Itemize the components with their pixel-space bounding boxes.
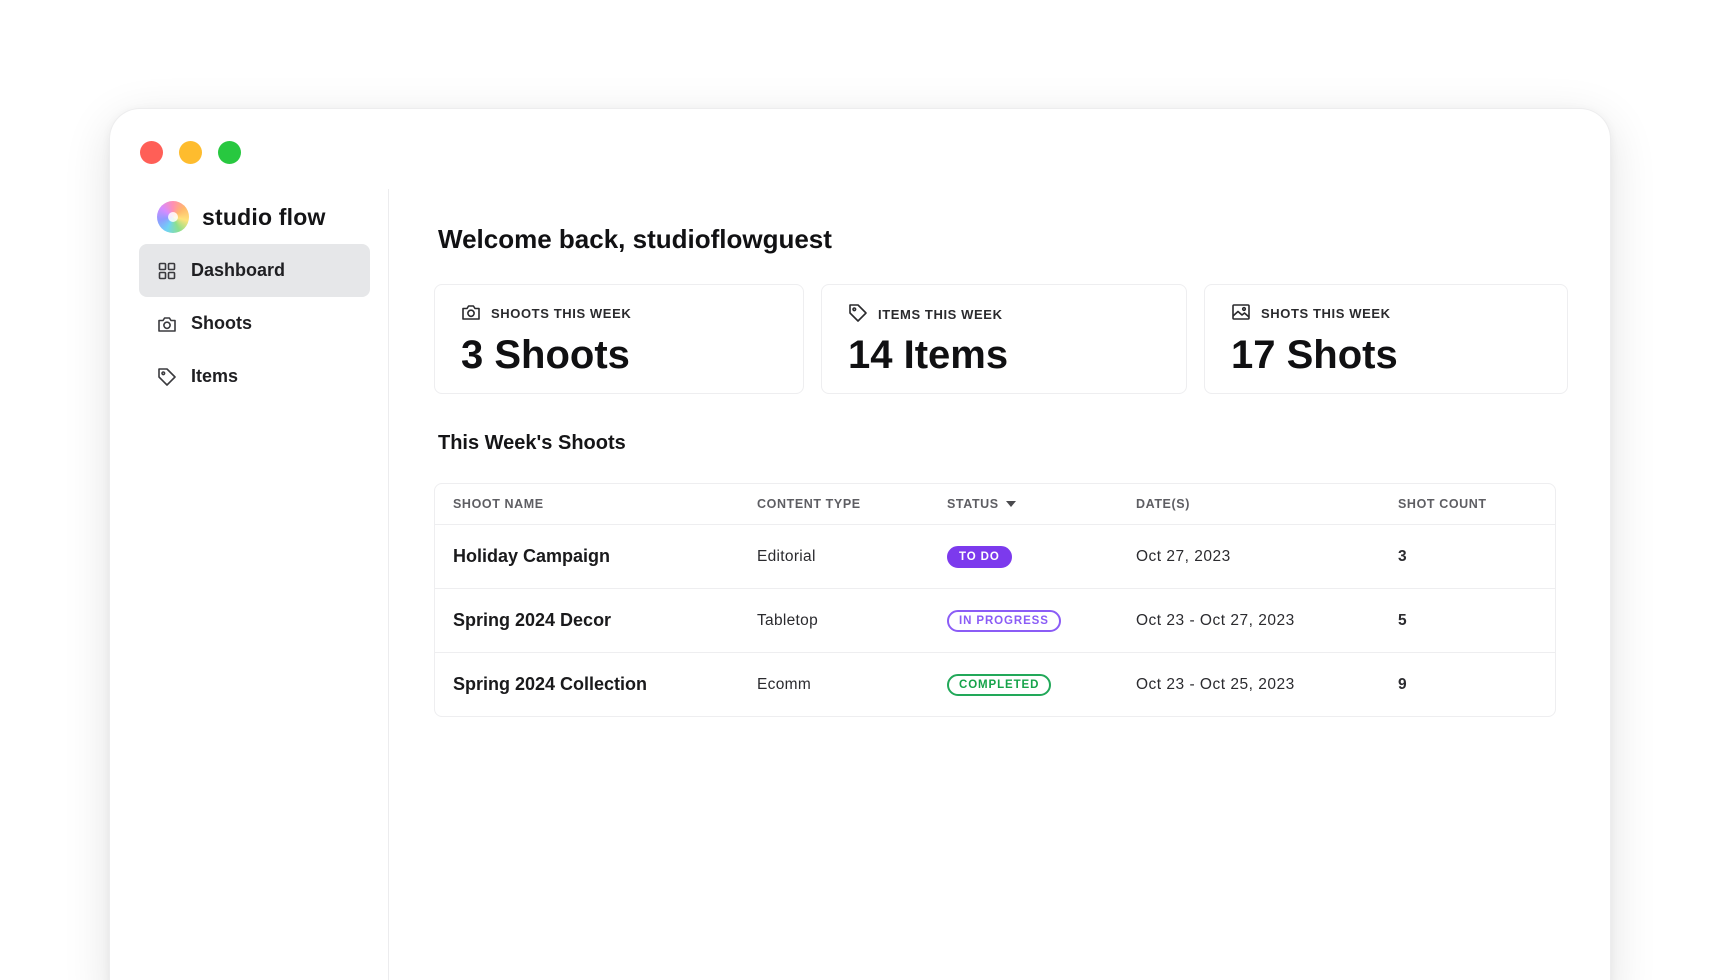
sidebar-item-label: Items (191, 366, 239, 386)
content-type: Editorial (757, 547, 816, 565)
stat-value: 14 Items (848, 333, 1009, 377)
sort-down-icon (1005, 501, 1016, 507)
shot-count: 5 (1398, 611, 1407, 629)
stat-value: 3 Shoots (461, 333, 630, 377)
shoots-table: SHOOT NAME CONTENT TYPE STATUS DATE(S) S… (434, 483, 1556, 717)
sidebar-nav: Dashboard Shoots Items (139, 244, 370, 403)
stat-label: SHOOTS THIS WEEK (461, 303, 631, 324)
shoot-dates: Oct 27, 2023 (1136, 547, 1231, 565)
page-title: Welcome back, studioflowguest (438, 224, 832, 254)
image-icon (1231, 303, 1251, 324)
table-row[interactable]: Holiday Campaign Editorial TO DO Oct 27,… (435, 524, 1555, 588)
sidebar-item-shoots[interactable]: Shoots (139, 297, 370, 350)
camera-icon (157, 314, 177, 334)
stat-card-shots: SHOTS THIS WEEK 17 Shots (1204, 284, 1568, 394)
sidebar-item-label: Dashboard (191, 260, 286, 280)
column-header-content-type[interactable]: CONTENT TYPE (757, 484, 861, 524)
shoot-name[interactable]: Holiday Campaign (453, 525, 610, 588)
shot-count: 9 (1398, 675, 1407, 693)
status-cell: IN PROGRESS (947, 589, 1061, 652)
brand[interactable]: studio flow (157, 201, 326, 233)
shoot-name[interactable]: Spring 2024 Collection (453, 653, 647, 716)
status-badge: IN PROGRESS (947, 609, 1061, 632)
window-controls (140, 141, 241, 164)
column-header-dates[interactable]: DATE(S) (1136, 484, 1190, 524)
stat-label: ITEMS THIS WEEK (848, 303, 1003, 326)
column-header-shot-count[interactable]: SHOT COUNT (1398, 484, 1487, 524)
status-badge: COMPLETED (947, 673, 1052, 696)
table-row[interactable]: Spring 2024 Collection Ecomm COMPLETED O… (435, 652, 1555, 716)
sidebar-item-label: Shoots (191, 313, 252, 333)
stat-label: SHOTS THIS WEEK (1231, 303, 1391, 324)
sidebar-item-items[interactable]: Items (139, 350, 370, 403)
stage: studio flow Dashboard Shoots Items Welco… (0, 0, 1714, 980)
close-window-button[interactable] (140, 141, 163, 164)
tag-icon (848, 303, 868, 326)
status-cell: TO DO (947, 525, 1012, 588)
stat-card-shoots: SHOOTS THIS WEEK 3 Shoots (434, 284, 804, 394)
column-header-shoot-name[interactable]: SHOOT NAME (453, 484, 544, 524)
sidebar-item-dashboard[interactable]: Dashboard (139, 244, 370, 297)
flower-logo-icon (157, 201, 189, 233)
maximize-window-button[interactable] (218, 141, 241, 164)
stat-card-items: ITEMS THIS WEEK 14 Items (821, 284, 1187, 394)
column-header-status[interactable]: STATUS (947, 484, 1016, 524)
status-badge: TO DO (947, 545, 1012, 568)
content-type: Ecomm (757, 675, 812, 693)
minimize-window-button[interactable] (179, 141, 202, 164)
stat-value: 17 Shots (1231, 333, 1398, 377)
camera-icon (461, 303, 481, 324)
shot-count: 3 (1398, 547, 1407, 565)
tag-icon (157, 367, 177, 387)
app-window: studio flow Dashboard Shoots Items Welco… (110, 109, 1610, 980)
content-type: Tabletop (757, 611, 819, 629)
shoot-dates: Oct 23 - Oct 27, 2023 (1136, 611, 1295, 629)
grid-icon (157, 261, 177, 281)
table-row[interactable]: Spring 2024 Decor Tabletop IN PROGRESS O… (435, 588, 1555, 652)
shoot-name[interactable]: Spring 2024 Decor (453, 589, 611, 652)
status-cell: COMPLETED (947, 653, 1052, 716)
table-header-row: SHOOT NAME CONTENT TYPE STATUS DATE(S) S… (435, 484, 1555, 524)
section-title: This Week's Shoots (438, 432, 626, 454)
brand-name: studio flow (202, 203, 326, 230)
shoot-dates: Oct 23 - Oct 25, 2023 (1136, 675, 1295, 693)
